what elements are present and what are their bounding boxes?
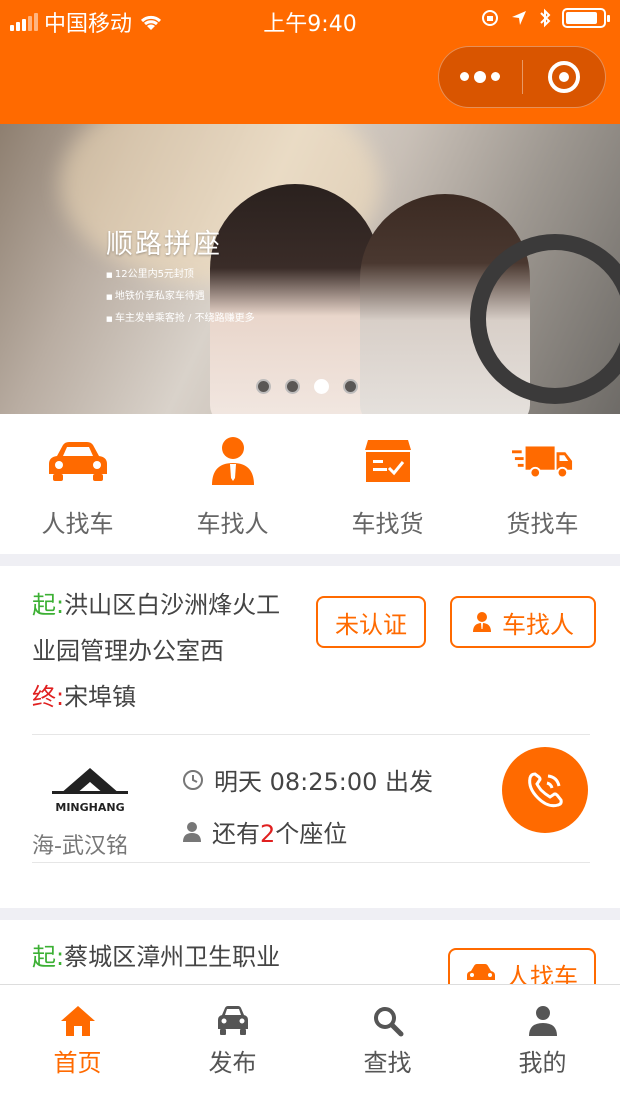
category-car-find-people[interactable]: 车找人 — [155, 414, 310, 554]
category-cargo-find-car[interactable]: 货找车 — [465, 414, 620, 554]
status-bar: 中国移动 上午9:40 — [0, 0, 620, 40]
category-row: 人找车 车找人 车找货 货找车 — [0, 414, 620, 554]
company-name: 海-武汉铭 — [32, 834, 128, 859]
rotation-lock-icon — [482, 10, 498, 26]
banner-feature: 地铁价享私家车待遇 — [106, 286, 255, 308]
phone-icon — [528, 772, 563, 808]
start-address: 起:蔡城区漳州卫生职业 — [32, 934, 280, 980]
category-car-find-cargo[interactable]: 车找货 — [310, 414, 465, 554]
tab-home[interactable]: 首页 — [0, 985, 155, 1100]
carousel-dot[interactable] — [314, 379, 329, 394]
seats-prefix: 还有 — [212, 820, 260, 848]
banner-feature: 车主发单乘客抢 / 不绕路赚更多 — [106, 308, 255, 330]
card-divider — [32, 734, 590, 735]
tab-publish[interactable]: 发布 — [155, 985, 310, 1100]
tab-label: 发布 — [208, 1049, 257, 1077]
listing-card[interactable]: 起:洪山区白沙洲烽火工 业园管理办公室西 终:宋埠镇 未认证 车找人 MINGH… — [0, 566, 620, 908]
tab-mine[interactable]: 我的 — [465, 985, 620, 1100]
end-address: 终:宋埠镇 — [32, 674, 136, 720]
logo-text: MINGHANG — [55, 801, 124, 814]
category-label: 货找车 — [506, 510, 579, 538]
company-logo: MINGHANG — [52, 768, 128, 814]
call-button[interactable] — [502, 747, 588, 833]
end-tag: 终 — [32, 683, 56, 711]
start-address-cont: 业园管理办公室西 — [32, 637, 224, 665]
user-icon — [523, 1003, 563, 1039]
tab-label: 查找 — [363, 1049, 412, 1077]
tab-search[interactable]: 查找 — [310, 985, 465, 1100]
start-colon: : — [56, 943, 65, 971]
banner-title: 顺路拼座 — [106, 229, 222, 260]
start-colon: : — [56, 591, 65, 619]
category-label: 车找人 — [196, 510, 269, 538]
type-tag-car-find-people[interactable]: 车找人 — [450, 596, 596, 648]
carousel-indicator — [256, 379, 358, 394]
unverified-badge: 未认证 — [316, 596, 426, 648]
listing-card[interactable]: 起:蔡城区漳州卫生职业 人找车 — [0, 920, 620, 984]
seats-suffix: 个座位 — [275, 820, 348, 848]
start-address: 起:洪山区白沙洲烽火工 — [32, 582, 280, 628]
car-icon — [467, 964, 495, 980]
start-line-1: 蔡城区漳州卫生职业 — [64, 943, 281, 971]
target-close-icon[interactable] — [523, 61, 606, 93]
tab-label: 我的 — [518, 1049, 567, 1077]
departure-time: 明天 08:25:00 出发 — [182, 762, 433, 797]
type-tag-people-find-car[interactable]: 人找车 — [448, 948, 596, 984]
category-label: 车找货 — [351, 510, 424, 538]
departure-text: 明天 08:25:00 出发 — [214, 768, 434, 796]
seats-count: 2 — [260, 820, 276, 848]
end-colon: : — [56, 683, 65, 711]
badge-label: 未认证 — [335, 610, 407, 639]
start-tag: 起 — [32, 943, 56, 971]
cargo-box-icon — [357, 436, 419, 486]
type-label: 人找车 — [506, 962, 578, 985]
car-front-icon — [213, 1003, 253, 1039]
card-divider — [32, 862, 590, 863]
bottom-tab-bar: 首页 发布 查找 我的 — [0, 984, 620, 1100]
bluetooth-icon — [540, 8, 551, 28]
promo-banner[interactable]: 顺路拼座 12公里内5元封顶 地铁价享私家车待遇 车主发单乘客抢 / 不绕路赚更… — [0, 124, 620, 414]
category-people-find-car[interactable]: 人找车 — [0, 414, 155, 554]
tab-label: 首页 — [53, 1049, 102, 1077]
person-icon — [202, 436, 264, 486]
clock-icon — [183, 769, 203, 790]
start-tag: 起 — [32, 591, 56, 619]
home-icon — [58, 1003, 98, 1039]
truck-icon — [511, 436, 574, 486]
banner-feature-list: 12公里内5元封顶 地铁价享私家车待遇 车主发单乘客抢 / 不绕路赚更多 — [106, 264, 255, 330]
seats-info: 还有2个座位 — [182, 814, 347, 849]
carousel-dot[interactable] — [285, 379, 300, 394]
more-dots-icon[interactable] — [439, 70, 522, 83]
carousel-dot[interactable] — [256, 379, 271, 394]
search-icon — [368, 1003, 408, 1039]
miniprogram-capsule — [438, 46, 606, 108]
person-icon — [473, 612, 491, 632]
car-icon — [47, 436, 109, 486]
start-line-1: 洪山区白沙洲烽火工 — [64, 591, 281, 619]
seat-person-icon — [183, 821, 201, 842]
type-label: 车找人 — [502, 610, 574, 639]
category-label: 人找车 — [41, 510, 114, 538]
battery-icon — [562, 8, 610, 28]
top-bar: 中国移动 上午9:40 — [0, 0, 620, 124]
carousel-dot[interactable] — [343, 379, 358, 394]
location-icon — [512, 11, 526, 25]
banner-feature: 12公里内5元封顶 — [106, 264, 255, 286]
end-value: 宋埠镇 — [64, 683, 137, 711]
